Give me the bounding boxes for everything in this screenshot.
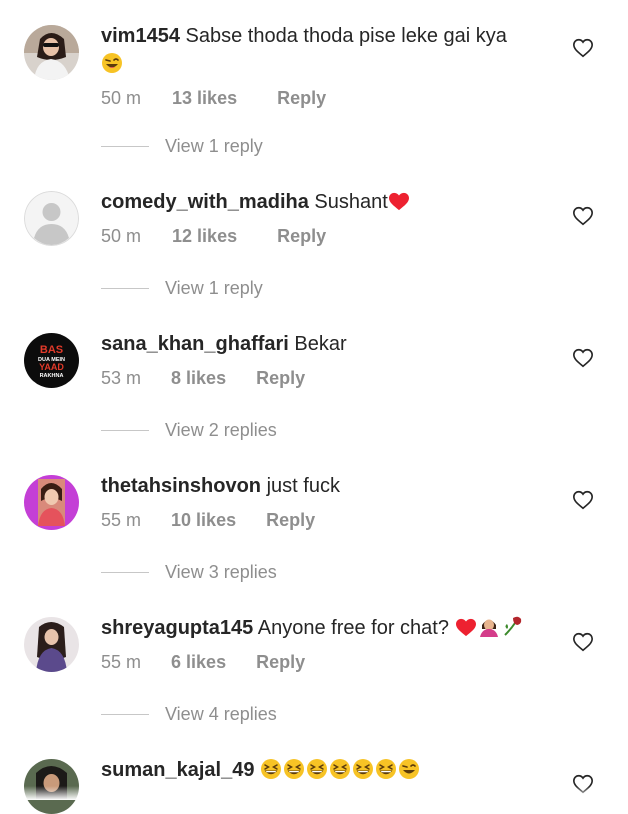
- comment-username[interactable]: comedy_with_madiha: [101, 191, 309, 213]
- avatar[interactable]: [24, 617, 79, 672]
- winking-laugh-emoji-icon: [101, 52, 123, 74]
- comment-text-line: vim1454 Sabse thoda thoda pise leke gai …: [101, 22, 541, 78]
- comment-meta: 50 m 13 likes Reply: [101, 88, 541, 109]
- comment-text: Anyone free for chat?: [257, 617, 449, 639]
- view-replies-button[interactable]: View 4 replies: [101, 704, 277, 725]
- view-replies-button[interactable]: View 3 replies: [101, 562, 277, 583]
- comment-body: vim1454 Sabse thoda thoda pise leke gai …: [101, 22, 541, 109]
- heart-outline-icon[interactable]: [572, 489, 594, 511]
- comment-body: sana_khan_ghaffari Bekar 53 m 8 likes Re…: [101, 330, 541, 389]
- divider-line: [101, 288, 149, 289]
- comment-likes[interactable]: 6 likes: [171, 652, 226, 673]
- grinning-squinting-emoji-icon: [330, 759, 350, 779]
- wilted-rose-emoji-icon: [501, 616, 525, 639]
- comment-text-line: comedy_with_madiha Sushant: [101, 188, 541, 216]
- default-avatar-icon[interactable]: [24, 191, 79, 246]
- comment-time: 50 m: [101, 226, 142, 246]
- divider-line: [101, 714, 149, 715]
- heart-outline-icon[interactable]: [572, 205, 594, 227]
- comment-body: suman_kajal_49: [101, 756, 541, 784]
- avatar[interactable]: [24, 475, 79, 530]
- comment-username[interactable]: shreyagupta145: [101, 617, 253, 639]
- comment-likes[interactable]: 12 likes: [172, 226, 237, 247]
- comment-body: comedy_with_madiha Sushant 50 m 12 likes…: [101, 188, 541, 247]
- view-replies-label: View 2 replies: [165, 420, 277, 440]
- comment-time: 50 m: [101, 88, 142, 108]
- comment-text: Sushant: [314, 191, 388, 213]
- grinning-squinting-emoji-icon: [307, 759, 327, 779]
- comment-body: thetahsinshovon just fuck 55 m 10 likes …: [101, 472, 541, 531]
- grinning-squinting-emoji-icon: [261, 759, 281, 779]
- reply-button[interactable]: Reply: [256, 368, 305, 389]
- view-replies-label: View 3 replies: [165, 562, 277, 582]
- comment-text: just fuck: [266, 475, 340, 497]
- red-heart-emoji-icon: [455, 617, 477, 639]
- winking-laugh-emoji-icon: [399, 759, 419, 779]
- view-replies-button[interactable]: View 1 reply: [101, 278, 263, 299]
- view-replies-button[interactable]: View 1 reply: [101, 136, 263, 157]
- comment-likes[interactable]: 10 likes: [171, 510, 236, 531]
- comment-text-line: shreyagupta145 Anyone free for chat?: [101, 614, 541, 642]
- reply-button[interactable]: Reply: [266, 510, 315, 531]
- comment-username[interactable]: sana_khan_ghaffari: [101, 333, 289, 355]
- divider-line: [101, 146, 149, 147]
- comment-text: Bekar: [294, 333, 347, 355]
- comment-text-line: suman_kajal_49: [101, 756, 541, 784]
- comment-meta: 55 m 6 likes Reply: [101, 652, 541, 673]
- avatar-text-line: BAS: [40, 344, 63, 356]
- comment-meta: 50 m 12 likes Reply: [101, 226, 541, 247]
- comment-text-line: sana_khan_ghaffari Bekar: [101, 330, 541, 358]
- comment-username[interactable]: vim1454: [101, 25, 180, 47]
- divider-line: [101, 572, 149, 573]
- comment-likes[interactable]: 8 likes: [171, 368, 226, 389]
- comment-username[interactable]: thetahsinshovon: [101, 475, 261, 497]
- comment-username[interactable]: suman_kajal_49: [101, 759, 254, 781]
- comment-body: shreyagupta145 Anyone free for chat? 55 …: [101, 614, 541, 673]
- comment-time: 55 m: [101, 510, 142, 530]
- heart-outline-icon[interactable]: [572, 37, 594, 59]
- reply-button[interactable]: Reply: [256, 652, 305, 673]
- divider-line: [101, 430, 149, 431]
- comment-meta: 55 m 10 likes Reply: [101, 510, 541, 531]
- avatar[interactable]: BAS DUA MEIN YAAD RAKHNA: [24, 333, 79, 388]
- comment-meta: 53 m 8 likes Reply: [101, 368, 541, 389]
- view-replies-button[interactable]: View 2 replies: [101, 420, 277, 441]
- reply-button[interactable]: Reply: [277, 88, 326, 109]
- scroll-fade: [0, 786, 628, 800]
- comment-time: 55 m: [101, 652, 142, 672]
- view-replies-label: View 1 reply: [165, 136, 263, 156]
- grinning-squinting-emoji-icon: [353, 759, 373, 779]
- laughing-emoji-icon: [260, 759, 421, 781]
- avatar-text-line: RAKHNA: [40, 373, 64, 379]
- grinning-squinting-emoji-icon: [376, 759, 396, 779]
- view-replies-label: View 4 replies: [165, 704, 277, 724]
- reply-button[interactable]: Reply: [277, 226, 326, 247]
- comment-text: Sabse thoda thoda pise leke gai kya: [185, 25, 507, 47]
- grinning-squinting-emoji-icon: [284, 759, 304, 779]
- comment-text-line: thetahsinshovon just fuck: [101, 472, 541, 500]
- red-heart-emoji-icon: [388, 191, 410, 213]
- heart-outline-icon[interactable]: [572, 347, 594, 369]
- woman-tipping-hand-emoji-icon: [477, 617, 501, 639]
- comment-time: 53 m: [101, 368, 142, 388]
- avatar[interactable]: [24, 25, 79, 80]
- heart-outline-icon[interactable]: [572, 631, 594, 653]
- comment-likes[interactable]: 13 likes: [172, 88, 237, 109]
- avatar-text-line: YAAD: [39, 362, 64, 372]
- view-replies-label: View 1 reply: [165, 278, 263, 298]
